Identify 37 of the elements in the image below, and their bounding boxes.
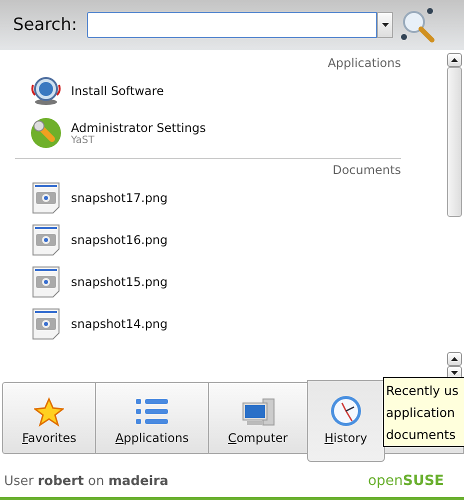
tab[interactable]: Applications <box>95 382 208 454</box>
image-file-icon <box>32 182 60 214</box>
item-name[interactable]: snapshot14.png <box>71 317 168 331</box>
user-info: User robert on madeira <box>4 474 168 488</box>
logo: openSUSE <box>368 473 444 489</box>
clock-icon <box>330 395 362 427</box>
section-heading: Applications <box>328 56 401 70</box>
tab[interactable]: Computer <box>208 382 308 454</box>
scroll-up-button[interactable] <box>447 53 462 67</box>
tab[interactable]: History <box>307 380 385 462</box>
search-field[interactable] <box>87 12 378 38</box>
caret-icon <box>451 357 458 361</box>
search-icon[interactable] <box>399 6 438 44</box>
item-name[interactable]: snapshot17.png <box>71 191 168 205</box>
item-subtitle: YaST <box>71 134 96 146</box>
scroll-up-button[interactable] <box>447 352 462 366</box>
item-name[interactable]: snapshot16.png <box>71 233 168 247</box>
search-label: Search: <box>13 15 78 35</box>
caret-icon <box>382 23 389 27</box>
image-file-icon <box>32 266 60 298</box>
item-name[interactable]: Administrator Settings <box>71 120 206 134</box>
item-name[interactable]: snapshot15.png <box>71 275 168 289</box>
tab[interactable]: Favorites <box>2 382 96 454</box>
list-icon <box>135 397 170 427</box>
scrollbar-thumb[interactable] <box>447 67 462 217</box>
image-file-icon <box>32 224 60 256</box>
dropdown-button[interactable] <box>377 12 394 38</box>
image-file-icon <box>32 308 60 340</box>
caret-icon <box>451 58 458 62</box>
globe-icon <box>30 75 62 107</box>
wrench-icon <box>30 117 62 149</box>
tooltip: Recently us application documents <box>383 377 464 447</box>
item-name[interactable]: Install Software <box>71 84 164 98</box>
star-icon <box>34 397 64 427</box>
caret-icon <box>451 371 458 375</box>
section-heading: Documents <box>332 163 401 177</box>
computer-icon <box>240 397 275 427</box>
